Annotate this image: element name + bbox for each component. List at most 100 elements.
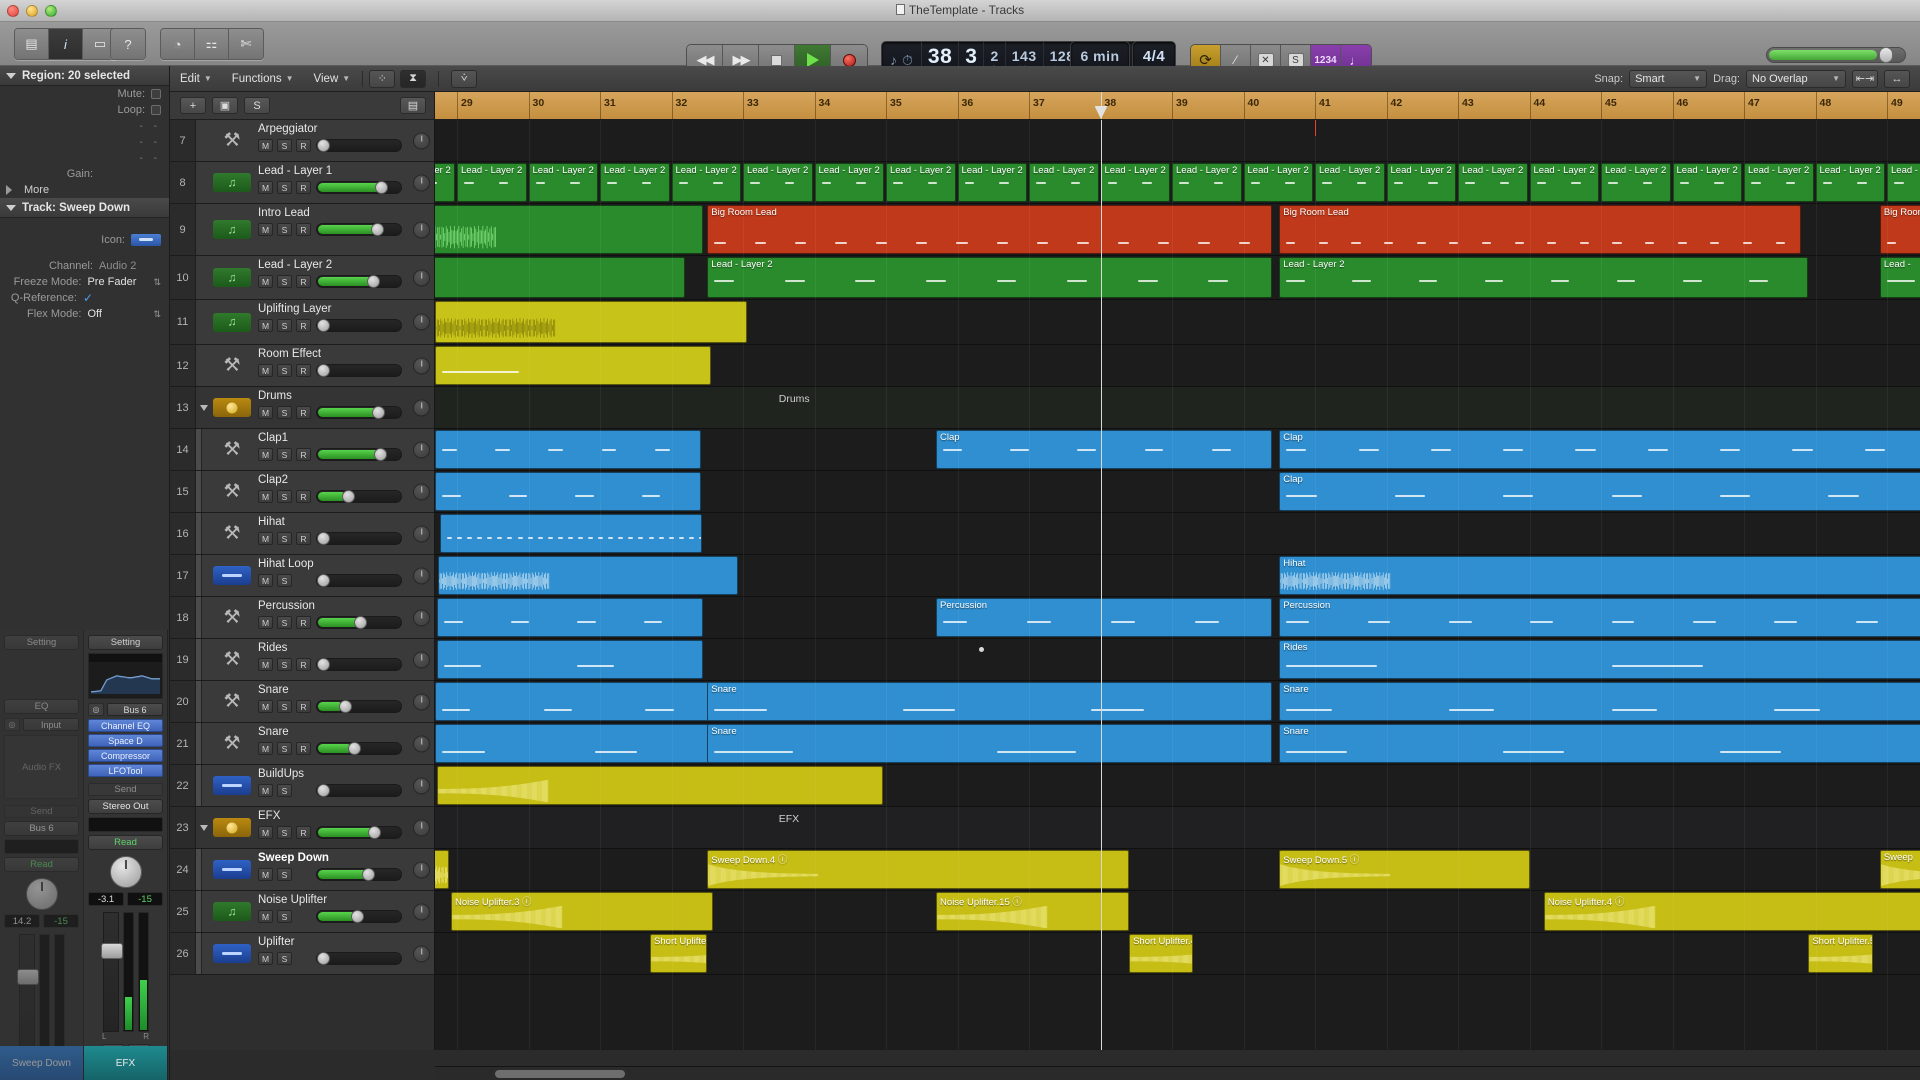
track-volume-knob[interactable] [317,364,330,377]
arrange-lane-uplifting-layer[interactable] [435,300,1920,345]
track-inspector-header[interactable]: Track: Sweep Down [0,198,169,218]
track-mute-solo-record[interactable]: MSR [258,223,311,236]
track-header-noise-uplifter[interactable]: 25Noise UplifterMS [170,891,434,933]
fx-slot-2[interactable]: Space D [88,734,163,747]
track-mute-solo-record[interactable]: MS [258,910,292,923]
track-volume-slider[interactable] [316,700,402,713]
region[interactable]: Lead - Layer 2 [1458,163,1528,202]
zoom-in-icon[interactable]: ↔ [1884,70,1910,88]
strip-name-2[interactable]: EFX [84,1046,167,1080]
group-slot-1[interactable] [4,839,79,854]
track-header-lead-layer-2[interactable]: 10Lead - Layer 2MSR [170,256,434,300]
track-mute-solo-record[interactable]: MSR [258,700,311,713]
arrange-lane-clap2[interactable]: ClapClap [435,471,1920,513]
record-enable-button[interactable]: R [296,616,311,629]
track-volume-slider[interactable] [316,574,402,587]
setting-button-1[interactable]: Setting [4,635,79,650]
setting-button-2[interactable]: Setting [88,635,163,650]
track-header-body[interactable]: UplifterMS [196,933,434,974]
drum-kit-icon[interactable]: ⚒ [212,439,252,461]
solo-button[interactable]: S [277,826,292,839]
mute-button[interactable]: M [258,826,273,839]
pan-value-1[interactable]: 14.2 [4,914,40,928]
audio-fx-slot-area-1[interactable]: Audio FX [4,735,79,799]
output-button-1[interactable]: Bus 6 [4,821,79,836]
fx-slot-1[interactable]: Channel EQ [88,719,163,732]
region-param-row-3[interactable]: - - [0,150,169,166]
track-pan-knob[interactable] [413,735,430,752]
stereo-icon-1[interactable]: ◎ [4,718,20,731]
region[interactable]: Short Uplifter.5 [1808,934,1872,973]
track-name[interactable]: Uplifter [258,936,294,948]
help-group[interactable]: ? [110,28,146,60]
region[interactable] [435,724,740,763]
mixer-icon[interactable]: ⚏ [195,29,229,59]
track-volume-knob[interactable] [351,910,364,923]
playhead[interactable] [1101,120,1102,1050]
record-enable-button[interactable]: R [296,700,311,713]
audio-wave-icon[interactable] [212,565,252,587]
volume-fader-2[interactable] [103,912,119,1032]
track-header-rides[interactable]: 19⚒RidesMSR [170,639,434,681]
track-header-body[interactable]: ⚒PercussionMSR [196,597,434,638]
stereo-icon-2[interactable]: ◎ [88,703,104,716]
strip-name-1[interactable]: Sweep Down [0,1046,83,1080]
region-more-disclosure[interactable]: More [0,182,169,198]
track-name[interactable]: Lead - Layer 1 [258,165,332,177]
arrange-lane-uplifter[interactable]: Short Uplifter.3Short Uplifter.4Short Up… [435,933,1920,975]
region[interactable]: Snare [707,724,1272,763]
track-name[interactable]: Noise Uplifter [258,894,327,906]
track-mute-solo-record[interactable]: MSR [258,742,311,755]
track-header-body[interactable]: Uplifting LayerMSR [196,300,434,344]
inspector-icon[interactable]: i [49,29,83,59]
region[interactable]: Noise Uplifter.3 ⓘ [451,892,713,931]
pan-knob-2[interactable] [110,856,142,888]
track-mute-solo-record[interactable]: MSR [258,658,311,671]
audio-wave-icon[interactable] [212,943,252,965]
output-button-2[interactable]: Stereo Out [88,799,163,814]
input-row-1[interactable]: ◎ Input [4,717,79,732]
snap-dropdown[interactable]: Smart ▼ [1629,70,1707,88]
region[interactable] [437,640,703,679]
track-header-intro-lead[interactable]: 9Intro LeadMSR [170,204,434,256]
track-volume-knob[interactable] [317,784,330,797]
track-volume-slider[interactable] [316,784,402,797]
region-inspector-header[interactable]: Region: 20 selected [0,66,169,86]
track-pan-knob[interactable] [413,132,430,149]
region[interactable]: Percussion [936,598,1272,637]
audio-wave-icon[interactable] [212,775,252,797]
mute-button[interactable]: M [258,448,273,461]
track-flex-row[interactable]: Flex Mode: Off ⇅ [0,306,169,322]
audio-wave-icon[interactable] [212,859,252,881]
track-mute-solo-record[interactable]: MSR [258,532,311,545]
track-pan-knob[interactable] [413,861,430,878]
region[interactable] [440,514,702,553]
solo-button[interactable]: S [277,658,292,671]
arrange-lane-lead-layer-1[interactable]: Lead - Layer 2 Lead - Layer 2 Lead - Layer… [435,162,1920,204]
editor-toggles-group[interactable]: ◔ ⚏ ✄ [160,28,264,60]
record-enable-button[interactable]: R [296,490,311,503]
playhead-ruler-marker[interactable] [1101,92,1102,120]
track-header-sweep-down[interactable]: 24Sweep DownMS [170,849,434,891]
region[interactable] [435,472,701,511]
filter-icon[interactable]: ⩒ [451,70,477,88]
track-volume-slider[interactable] [316,448,402,461]
drag-dropdown[interactable]: No Overlap ▼ [1746,70,1846,88]
track-pan-knob[interactable] [413,483,430,500]
region[interactable]: Big Room Lead [1279,205,1801,254]
track-pan-knob[interactable] [413,567,430,584]
track-header-body[interactable]: ⚒ArpeggiatorMSR [196,120,434,161]
mute-button[interactable]: M [258,532,273,545]
track-name[interactable]: BuildUps [258,768,304,780]
region[interactable]: Lead - Layer 2 [457,163,527,202]
drum-kit-icon[interactable]: ⚒ [212,355,252,377]
region[interactable]: Lead - Layer 2 [600,163,670,202]
track-header-snare[interactable]: 20⚒SnareMSR [170,681,434,723]
volume-value-1[interactable]: -15 [43,914,79,928]
track-headers-list[interactable]: 7⚒ArpeggiatorMSR8Lead - Layer 1MSR9Intro… [170,120,435,1050]
synth-icon[interactable] [212,219,252,241]
track-volume-knob[interactable] [374,448,387,461]
fx-slot-3[interactable]: Compressor [88,749,163,762]
track-mute-solo-record[interactable]: MSR [258,181,311,194]
region-loop-checkbox[interactable] [151,105,161,115]
